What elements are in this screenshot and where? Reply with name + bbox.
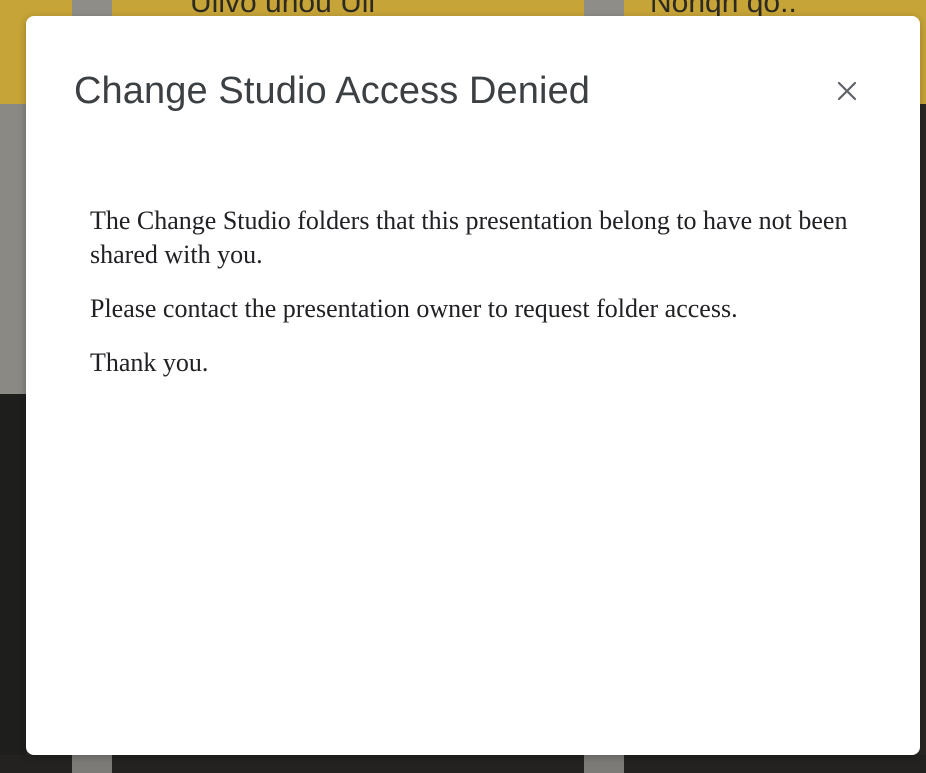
backdrop-panel-left <box>0 104 26 394</box>
message-paragraph-thank-you: Thank you. <box>90 348 209 377</box>
close-icon <box>837 81 857 101</box>
backdrop-image-left <box>0 394 26 773</box>
message-paragraph-contact-owner: Please contact the presentation owner to… <box>90 294 738 323</box>
backdrop-column-divider <box>584 755 624 773</box>
access-denied-dialog: Change Studio Access Denied The Change S… <box>26 16 920 755</box>
backdrop-bottom-strip <box>0 755 926 773</box>
close-button[interactable] <box>830 74 864 108</box>
backdrop-column-divider <box>72 755 112 773</box>
message-paragraph-folders-not-shared: The Change Studio folders that this pres… <box>90 206 848 269</box>
dialog-title: Change Studio Access Denied <box>74 70 591 112</box>
dialog-message: The Change Studio folders that this pres… <box>90 204 860 400</box>
